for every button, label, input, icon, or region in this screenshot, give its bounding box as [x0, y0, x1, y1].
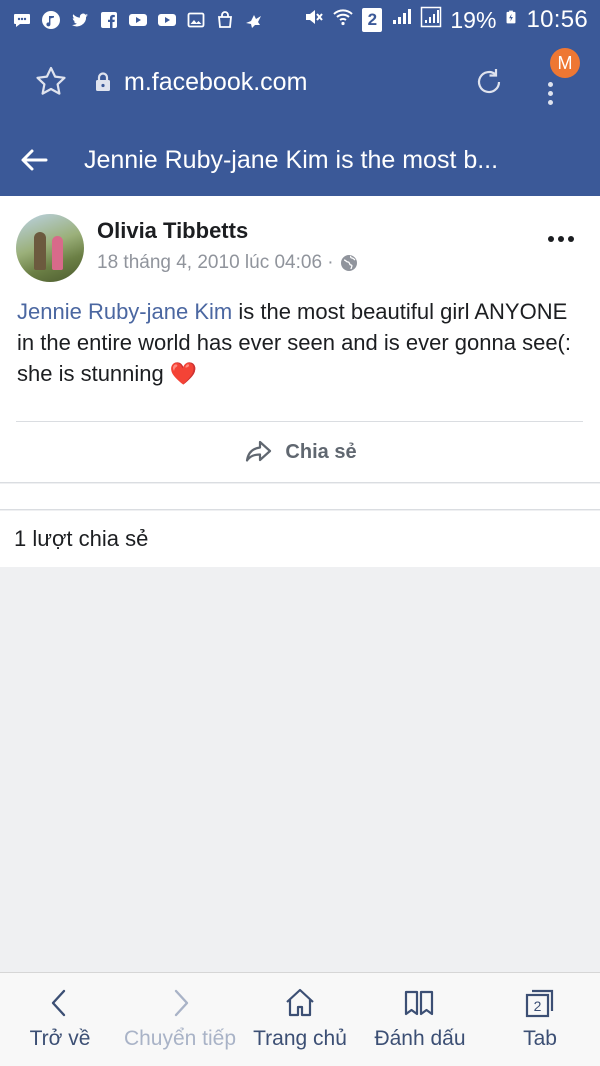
post-body: Jennie Ruby-jane Kim is the most beautif…: [17, 296, 583, 389]
status-bar: 2 19% 10:56: [0, 0, 600, 40]
share-button[interactable]: Chia sẻ: [0, 436, 600, 468]
browser-toolbar: m.facebook.com M: [0, 40, 600, 124]
share-icon: [246, 440, 272, 462]
music-icon: [41, 10, 61, 30]
nav-bookmarks-label: Đánh dấu: [374, 1027, 466, 1050]
signal-icon: [420, 6, 442, 34]
battery-charging-icon: [504, 5, 518, 35]
sim-badge: 2: [362, 8, 383, 32]
bookmark-star-icon[interactable]: [34, 65, 68, 99]
post-meta: 18 tháng 4, 2010 lúc 04:06 ·: [97, 252, 358, 274]
post-card: Olivia Tibbetts 18 tháng 4, 2010 lúc 04:…: [0, 196, 600, 483]
nav-home-button[interactable]: Trang chủ: [240, 973, 360, 1066]
post-options-icon[interactable]: [548, 236, 574, 242]
facebook-icon: [99, 10, 119, 30]
reload-icon[interactable]: [472, 65, 506, 99]
lock-icon: [96, 72, 110, 91]
clock: 10:56: [526, 6, 588, 33]
nav-back-button[interactable]: Trở về: [0, 973, 120, 1066]
notification-icons: [12, 10, 264, 30]
page-header: Jennie Ruby-jane Kim is the most b...: [0, 124, 600, 196]
avatar[interactable]: [16, 214, 84, 282]
profile-badge[interactable]: M: [550, 48, 580, 78]
wifi-icon: [332, 6, 354, 34]
home-icon: [286, 988, 314, 1017]
divider: [16, 421, 583, 422]
post-author[interactable]: Olivia Tibbetts: [97, 218, 358, 244]
page-title: Jennie Ruby-jane Kim is the most b...: [84, 145, 499, 174]
share-label: Chia sẻ: [285, 440, 357, 463]
bird-icon: [244, 10, 264, 30]
nav-back-label: Trở về: [29, 1027, 91, 1050]
nav-forward-button[interactable]: Chuyển tiếp: [120, 973, 240, 1066]
battery-percent: 19%: [450, 6, 497, 33]
chevron-right-icon: [174, 989, 189, 1017]
tab-count: 2: [534, 998, 542, 1014]
url-field[interactable]: m.facebook.com: [124, 68, 307, 97]
twitter-icon: [70, 10, 90, 30]
shopping-bag-icon: [215, 10, 235, 30]
share-count[interactable]: 1 lượt chia sẻ: [0, 511, 600, 567]
heart-emoji: ❤️: [169, 361, 198, 386]
nav-bookmarks-button[interactable]: Đánh dấu: [360, 973, 480, 1066]
chat-icon: [12, 10, 32, 30]
globe-icon: [340, 255, 357, 271]
section-spacer: [0, 484, 600, 510]
nav-tabs-button[interactable]: 2 Tab: [480, 973, 600, 1066]
browser-bottom-nav: Trở về Chuyển tiếp Trang chủ Đánh dấu 2 …: [0, 972, 600, 1066]
browser-menu-button[interactable]: M: [542, 48, 580, 105]
more-vert-icon[interactable]: [548, 82, 553, 105]
youtube-icon: [157, 10, 177, 30]
nav-tabs-label: Tab: [523, 1027, 557, 1050]
system-status: 2 19% 10:56: [302, 5, 588, 35]
bookmarks-icon: [404, 990, 434, 1016]
signal-icon: [390, 6, 412, 34]
mute-icon: [302, 6, 324, 34]
youtube-icon: [128, 10, 148, 30]
nav-home-label: Trang chủ: [253, 1027, 347, 1050]
chevron-left-icon: [51, 989, 66, 1017]
back-arrow-icon[interactable]: [18, 144, 50, 176]
nav-forward-label: Chuyển tiếp: [123, 1027, 237, 1050]
mention-link[interactable]: Jennie Ruby-jane Kim: [17, 299, 232, 324]
tabs-icon: 2: [525, 989, 554, 1018]
gallery-icon: [186, 10, 206, 30]
post-timestamp[interactable]: 18 tháng 4, 2010 lúc 04:06 ·: [97, 252, 334, 274]
